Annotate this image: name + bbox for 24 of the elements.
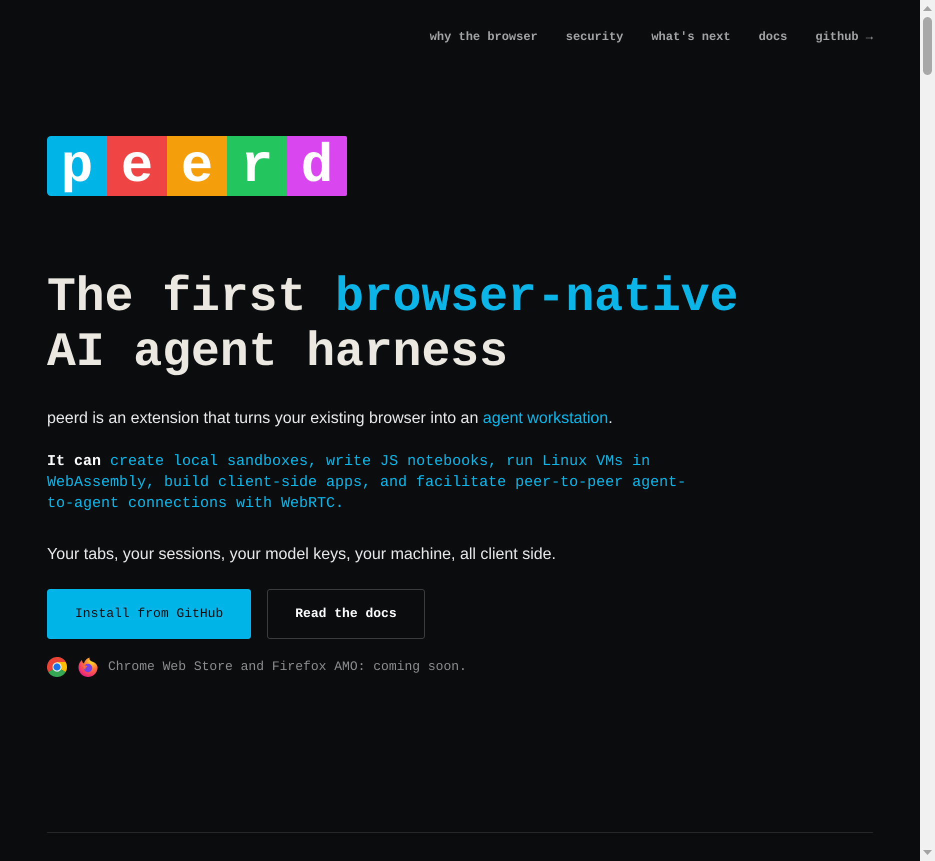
nav-link[interactable]: what's next <box>651 29 731 45</box>
scroll-up-icon[interactable] <box>923 6 932 11</box>
docs-button[interactable]: Read the docs <box>267 589 425 639</box>
install-button[interactable]: Install from GitHub <box>47 589 252 639</box>
capabilities-text: It can create local sandboxes, write JS notebooks, run Linux VMs in WebAssembly, build client-side apps, and facilitate peer-to-peer agent-to-agent connections with WebRTC. <box>47 452 688 514</box>
logo-letter: r <box>227 136 287 196</box>
agent-workstation-link[interactable]: agent workstation <box>482 410 608 427</box>
nav-link[interactable]: security <box>566 29 624 45</box>
vertical-scrollbar[interactable] <box>920 0 935 861</box>
scrollbar-thumb[interactable] <box>923 17 932 75</box>
logo-letter: p <box>47 136 107 196</box>
firefox-icon <box>78 657 98 677</box>
logo-letter: e <box>167 136 227 196</box>
chrome-icon <box>47 657 67 677</box>
logo-letter: e <box>107 136 167 196</box>
tagline-text: Your tabs, your sessions, your model keys, your machine, all client side. <box>47 545 557 565</box>
logo-letter: d <box>287 136 347 196</box>
intro-text: peerd is an extension that turns your existing browser into an agent workstation. <box>47 409 614 429</box>
nav-link[interactable]: why the browser <box>430 29 538 45</box>
availability-note: Chrome Web Store and Firefox AMO: coming soon. <box>108 658 467 676</box>
hero-heading: The first browser-native AI agent harness <box>47 271 740 381</box>
nav-link[interactable]: github → <box>815 29 873 45</box>
scroll-down-icon[interactable] <box>923 850 932 855</box>
nav-link[interactable]: docs <box>758 29 788 45</box>
